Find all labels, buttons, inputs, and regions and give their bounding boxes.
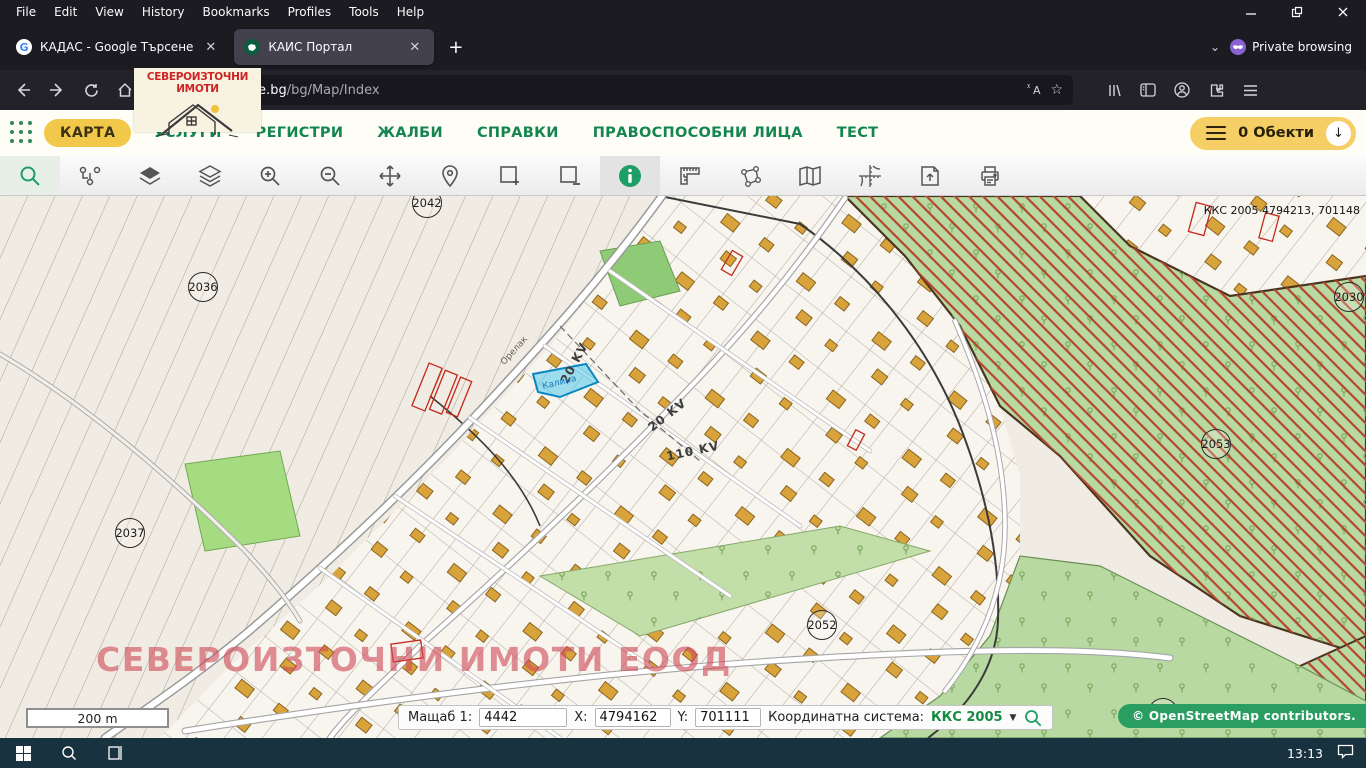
cadastral-map[interactable]: 2042 2036 2037 2030 2053 2052 2028 20 KV…: [0, 196, 1366, 738]
library-icon[interactable]: [1099, 76, 1129, 104]
export-tool[interactable]: [900, 156, 960, 195]
zone-label-2053: 2053: [1201, 429, 1231, 459]
tab-google-search[interactable]: G КАДАС - Google Търсене ✕: [6, 29, 230, 65]
cursor-coordinates-label: ККС 2005 4794213, 701148: [1204, 204, 1360, 217]
private-browsing-label: Private browsing: [1252, 40, 1352, 54]
zoom-out-tool[interactable]: [300, 156, 360, 195]
objects-count-label: 0 Обекти: [1238, 125, 1314, 141]
zone-label-2030: 2030: [1334, 282, 1364, 312]
crs-dropdown-icon[interactable]: ▼: [1010, 713, 1017, 723]
x-coordinate-input[interactable]: [595, 708, 671, 727]
task-view-icon[interactable]: [92, 738, 138, 768]
back-icon[interactable]: [8, 76, 38, 104]
measure-area-tool[interactable]: [720, 156, 780, 195]
menu-history[interactable]: History: [134, 2, 193, 22]
x-label: X:: [574, 710, 587, 725]
house-icon: [143, 95, 253, 141]
objects-expand-icon[interactable]: ↓: [1326, 121, 1351, 146]
bookmark-star-icon[interactable]: ☆: [1050, 82, 1063, 98]
nav-spravki[interactable]: СПРАВКИ: [477, 125, 559, 141]
restore-button[interactable]: [1274, 0, 1320, 24]
taskbar-clock[interactable]: 13:13: [1287, 746, 1323, 761]
menu-file[interactable]: File: [8, 2, 44, 22]
measure-length-tool[interactable]: [660, 156, 720, 195]
nav-test[interactable]: ТЕСТ: [837, 125, 879, 141]
menu-help[interactable]: Help: [389, 2, 432, 22]
y-label: Y:: [678, 710, 689, 725]
zone-label-2052: 2052: [807, 610, 837, 640]
osm-attribution[interactable]: © OpenStreetMap contributors.: [1118, 704, 1366, 728]
map-toolbar: [0, 156, 1366, 196]
url-address-field[interactable]: kais.cadastre.bg/bg/Map/Index ᵡA ☆: [148, 75, 1073, 105]
close-window-button[interactable]: [1320, 0, 1366, 24]
private-browsing-indicator: Private browsing: [1230, 39, 1352, 55]
tab-title: КАДАС - Google Търсене: [40, 40, 193, 54]
info-tool-active[interactable]: [600, 156, 660, 195]
apps-grid-icon[interactable]: [10, 121, 34, 145]
new-tab-button[interactable]: +: [438, 35, 473, 60]
crs-label: Координатна система:: [768, 710, 924, 725]
menu-profiles[interactable]: Profiles: [280, 2, 340, 22]
pan-tool[interactable]: [360, 156, 420, 195]
forward-icon[interactable]: [42, 76, 72, 104]
menu-bookmarks[interactable]: Bookmarks: [195, 2, 278, 22]
y-coordinate-input[interactable]: [695, 708, 761, 727]
scale-bar: 200 m: [26, 708, 169, 728]
windows-taskbar: 13:13: [0, 738, 1366, 768]
minimize-button[interactable]: [1228, 0, 1274, 24]
start-button[interactable]: [0, 738, 46, 768]
objects-button[interactable]: 0 Обекти ↓: [1190, 117, 1356, 150]
google-favicon: G: [16, 39, 32, 55]
objects-menu-icon: [1206, 126, 1226, 141]
taskbar-search-icon[interactable]: [46, 738, 92, 768]
account-icon[interactable]: [1167, 76, 1197, 104]
notification-center-icon[interactable]: [1337, 744, 1354, 763]
nav-pravosposobni-litsa[interactable]: ПРАВОСПОСОБНИ ЛИЦА: [593, 125, 803, 141]
reload-icon[interactable]: [76, 76, 106, 104]
agency-logo-overlay: СЕВЕРОИЗТОЧНИ ИМОТИ: [134, 68, 261, 132]
tab-close-icon[interactable]: ✕: [201, 38, 220, 57]
print-tool[interactable]: [960, 156, 1020, 195]
app-menu-icon[interactable]: [1235, 76, 1265, 104]
search-tool[interactable]: [0, 156, 60, 195]
nav-zhalbi[interactable]: ЖАЛБИ: [377, 125, 443, 141]
map-sheets-tool[interactable]: [780, 156, 840, 195]
menu-tools[interactable]: Tools: [341, 2, 387, 22]
svg-text:ᵡ: ᵡ: [1027, 83, 1031, 93]
sidebar-toggle-icon[interactable]: [1133, 76, 1163, 104]
nav-registri[interactable]: РЕГИСТРИ: [256, 125, 344, 141]
select-remove-tool[interactable]: [540, 156, 600, 195]
layers-list-tool[interactable]: [180, 156, 240, 195]
svg-text:A: A: [1033, 84, 1041, 96]
zone-label-2037: 2037: [115, 518, 145, 548]
location-pin-tool[interactable]: [420, 156, 480, 195]
base-layers-tool[interactable]: [120, 156, 180, 195]
tab-close-icon[interactable]: ✕: [405, 38, 424, 57]
tab-title: КАИС Портал: [268, 40, 397, 54]
watermark: СЕВЕРОИЗТОЧНИ ИМОТИ ЕООД: [96, 640, 732, 679]
private-mask-icon: [1230, 39, 1246, 55]
tab-bar: G КАДАС - Google Търсене ✕ КАИС Портал ✕…: [0, 24, 1366, 70]
kais-favicon: [244, 39, 260, 55]
crs-value[interactable]: ККС 2005: [931, 710, 1003, 725]
zone-label-2036: 2036: [188, 272, 218, 302]
tab-kais-portal[interactable]: КАИС Портал ✕: [234, 29, 434, 65]
menu-edit[interactable]: Edit: [46, 2, 85, 22]
agency-logo-text: СЕВЕРОИЗТОЧНИ ИМОТИ: [134, 68, 261, 95]
translate-icon[interactable]: ᵡA: [1027, 81, 1044, 100]
window-controls: [1228, 0, 1366, 24]
select-by-graph-tool[interactable]: [60, 156, 120, 195]
extensions-icon[interactable]: [1201, 76, 1231, 104]
goto-coordinates-icon[interactable]: [1023, 708, 1043, 728]
map-status-bar: Мащаб 1: X: Y: Координатна система: ККС …: [398, 705, 1053, 730]
scale-input[interactable]: [479, 708, 567, 727]
select-add-tool[interactable]: [480, 156, 540, 195]
zoom-in-tool[interactable]: [240, 156, 300, 195]
nav-karta-active[interactable]: КАРТА: [44, 119, 131, 147]
browser-menubar: File Edit View History Bookmarks Profile…: [0, 0, 1366, 24]
scale-label: Мащаб 1:: [408, 710, 472, 725]
coordinates-tool[interactable]: [840, 156, 900, 195]
tab-list-chevron-icon[interactable]: ⌄: [1210, 40, 1220, 54]
menu-view[interactable]: View: [87, 2, 131, 22]
